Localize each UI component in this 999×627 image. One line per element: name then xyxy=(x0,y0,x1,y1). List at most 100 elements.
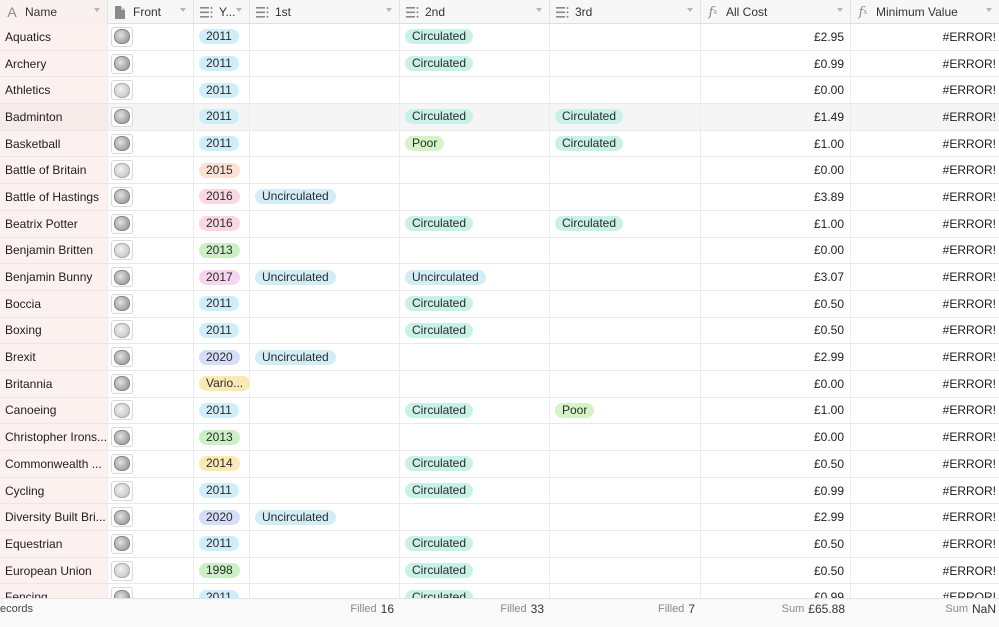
cell-minimum-value[interactable]: #ERROR! xyxy=(851,371,999,397)
column-header-2nd[interactable]: 2nd xyxy=(400,0,550,24)
coin-image-thumbnail[interactable] xyxy=(111,400,133,421)
cell-minimum-value[interactable]: #ERROR! xyxy=(851,184,999,210)
cell-front[interactable] xyxy=(108,424,194,450)
cell-minimum-value[interactable]: #ERROR! xyxy=(851,424,999,450)
cell-2nd[interactable]: Circulated xyxy=(400,477,550,504)
cell-year[interactable]: 2013 xyxy=(194,424,250,450)
coin-image-thumbnail[interactable] xyxy=(111,533,133,554)
cell-name[interactable]: Diversity Built Bri... xyxy=(0,504,108,531)
cell-front[interactable] xyxy=(108,104,194,130)
cell-year[interactable]: 2011 xyxy=(194,130,250,157)
table-row[interactable]: Archery 2011 Circulated £0.99 #ERROR! xyxy=(0,50,999,78)
table-row[interactable]: Britannia Vario... £0.00 #ERROR! xyxy=(0,370,999,398)
cell-minimum-value[interactable]: #ERROR! xyxy=(851,344,999,370)
coin-image-thumbnail[interactable] xyxy=(111,507,133,528)
cell-front[interactable] xyxy=(108,344,194,370)
cell-1st[interactable] xyxy=(250,557,400,584)
cell-2nd[interactable]: Uncirculated xyxy=(400,264,550,290)
cell-name[interactable]: Boccia xyxy=(0,290,108,317)
cell-all-cost[interactable]: £0.50 xyxy=(701,317,851,344)
coin-image-thumbnail[interactable] xyxy=(111,213,133,234)
cell-all-cost[interactable]: £0.00 xyxy=(701,157,851,184)
cell-year[interactable]: 2013 xyxy=(194,237,250,264)
cell-2nd[interactable]: Circulated xyxy=(400,24,550,50)
cell-all-cost[interactable]: £2.95 xyxy=(701,24,851,50)
cell-minimum-value[interactable]: #ERROR! xyxy=(851,238,999,264)
cell-year[interactable]: 2011 xyxy=(194,50,250,77)
cell-1st[interactable] xyxy=(250,130,400,157)
chevron-down-icon[interactable] xyxy=(986,8,992,12)
cell-minimum-value[interactable]: #ERROR! xyxy=(851,51,999,77)
cell-year[interactable]: 2011 xyxy=(194,531,250,557)
cell-1st[interactable] xyxy=(250,77,400,104)
cell-year[interactable]: 2016 xyxy=(194,184,250,210)
table-row[interactable]: Canoeing 2011 Circulated Poor £1.00 #ERROR! xyxy=(0,397,999,425)
cell-all-cost[interactable]: £0.00 xyxy=(701,424,851,450)
coin-image-thumbnail[interactable] xyxy=(111,133,133,154)
cell-year[interactable]: 2011 xyxy=(194,104,250,130)
cell-3rd[interactable]: Circulated xyxy=(550,104,701,130)
cell-all-cost[interactable]: £3.07 xyxy=(701,264,851,290)
cell-2nd[interactable] xyxy=(400,77,550,104)
cell-minimum-value[interactable]: #ERROR! xyxy=(851,558,999,584)
cell-all-cost[interactable]: £3.89 xyxy=(701,184,851,210)
cell-1st[interactable]: Uncirculated xyxy=(250,504,400,531)
cell-front[interactable] xyxy=(108,264,194,290)
cell-1st[interactable] xyxy=(250,424,400,450)
cell-2nd[interactable] xyxy=(400,424,550,450)
cell-all-cost[interactable]: £0.50 xyxy=(701,290,851,317)
column-header-name[interactable]: A Name xyxy=(0,0,108,24)
cell-front[interactable] xyxy=(108,24,194,50)
cell-year[interactable]: Vario... xyxy=(194,370,250,397)
cell-minimum-value[interactable]: #ERROR! xyxy=(851,478,999,504)
cell-minimum-value[interactable]: #ERROR! xyxy=(851,318,999,344)
table-row[interactable]: Aquatics 2011 Circulated £2.95 #ERROR! xyxy=(0,24,999,51)
cell-year[interactable]: 1998 xyxy=(194,557,250,584)
cell-all-cost[interactable]: £1.00 xyxy=(701,397,851,424)
coin-image-thumbnail[interactable] xyxy=(111,427,133,448)
cell-minimum-value[interactable]: #ERROR! xyxy=(851,398,999,424)
coin-image-thumbnail[interactable] xyxy=(111,480,133,501)
cell-2nd[interactable] xyxy=(400,184,550,210)
cell-2nd[interactable] xyxy=(400,157,550,184)
coin-image-thumbnail[interactable] xyxy=(111,53,133,74)
cell-2nd[interactable]: Circulated xyxy=(400,397,550,424)
coin-image-thumbnail[interactable] xyxy=(111,26,133,47)
table-row[interactable]: Battle of Britain 2015 £0.00 #ERROR! xyxy=(0,157,999,185)
cell-1st[interactable]: Uncirculated xyxy=(250,344,400,370)
cell-name[interactable]: Badminton xyxy=(0,104,108,130)
cell-name[interactable]: Battle of Britain xyxy=(0,157,108,184)
chevron-down-icon[interactable] xyxy=(180,8,186,12)
cell-3rd[interactable]: Poor xyxy=(550,397,701,424)
cell-name[interactable]: Brexit xyxy=(0,344,108,370)
cell-year[interactable]: 2017 xyxy=(194,264,250,290)
table-row[interactable]: Benjamin Britten 2013 £0.00 #ERROR! xyxy=(0,237,999,265)
cell-name[interactable]: Christopher Irons... xyxy=(0,424,108,450)
column-header-1st[interactable]: 1st xyxy=(250,0,400,24)
cell-all-cost[interactable]: £0.99 xyxy=(701,477,851,504)
cell-name[interactable]: Benjamin Bunny xyxy=(0,264,108,290)
cell-2nd[interactable]: Circulated xyxy=(400,317,550,344)
cell-1st[interactable] xyxy=(250,24,400,50)
coin-image-thumbnail[interactable] xyxy=(111,373,133,394)
coin-image-thumbnail[interactable] xyxy=(111,293,133,314)
cell-front[interactable] xyxy=(108,397,194,424)
cell-front[interactable] xyxy=(108,317,194,344)
chevron-down-icon[interactable] xyxy=(687,8,693,12)
cell-2nd[interactable]: Circulated xyxy=(400,290,550,317)
cell-year[interactable]: 2011 xyxy=(194,317,250,344)
coin-image-thumbnail[interactable] xyxy=(111,453,133,474)
cell-3rd[interactable] xyxy=(550,557,701,584)
cell-3rd[interactable] xyxy=(550,264,701,290)
cell-3rd[interactable] xyxy=(550,504,701,531)
cell-minimum-value[interactable]: #ERROR! xyxy=(851,504,999,530)
cell-2nd[interactable]: Circulated xyxy=(400,557,550,584)
cell-minimum-value[interactable]: #ERROR! xyxy=(851,451,999,477)
cell-1st[interactable] xyxy=(250,451,400,477)
column-header-all-cost[interactable]: fx All Cost xyxy=(701,0,851,24)
cell-1st[interactable] xyxy=(250,157,400,184)
cell-all-cost[interactable]: £0.99 xyxy=(701,50,851,77)
cell-3rd[interactable]: Circulated xyxy=(550,130,701,157)
table-row[interactable]: Diversity Built Bri... 2020 Uncirculated £2… xyxy=(0,504,999,532)
cell-minimum-value[interactable]: #ERROR! xyxy=(851,24,999,50)
